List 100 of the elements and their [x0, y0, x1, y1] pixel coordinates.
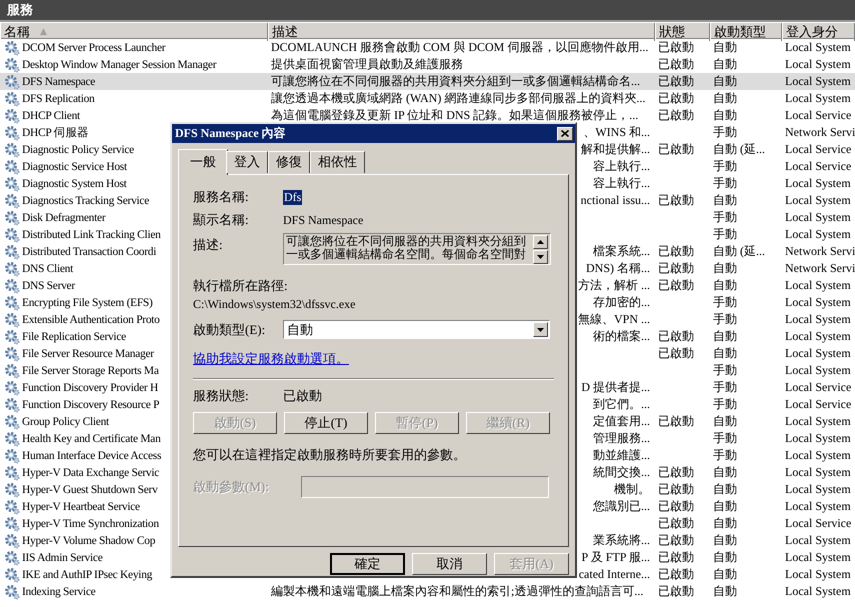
service-description: nctional issu...: [580, 193, 650, 208]
startup-type: 自動 (延...: [713, 243, 765, 260]
service-name: File Replication Service: [22, 330, 126, 342]
service-status: 已啟動: [658, 566, 694, 583]
parameters-note: 您可以在這裡指定啟動服務時所要套用的參數。: [193, 446, 467, 464]
service-description: 統間交換...: [593, 464, 650, 481]
service-description: 到它們。...: [593, 396, 650, 413]
service-status: 已啟動: [658, 260, 694, 277]
service-status: 已啟動: [658, 583, 694, 600]
service-description: 容上執行...: [593, 175, 650, 192]
startup-type: 手動: [713, 396, 737, 413]
log-on-account: Local System: [785, 499, 851, 514]
service-status: 已啟動: [658, 515, 694, 532]
service-description: 定值套用...: [593, 413, 650, 430]
service-description: 可讓您將位在不同伺服器的共用資料夾分組到一或多個邏輯結構命名...: [271, 73, 640, 90]
log-on-account: Local System: [785, 567, 851, 582]
log-on-account: Local Service: [785, 380, 852, 395]
service-name: DHCP 伺服器: [22, 126, 89, 140]
startup-type: 自動: [713, 464, 737, 481]
display-name-value: DFS Namespace: [283, 212, 364, 228]
service-name: Hyper-V Volume Shadow Cop: [22, 534, 156, 546]
service-description: 動並維護...: [593, 447, 650, 464]
log-on-account: Local System: [785, 550, 851, 565]
sort-indicator: ▲: [40, 27, 47, 37]
service-name: Distributed Link Tracking Clien: [22, 228, 161, 240]
service-status: 已啟動: [658, 328, 694, 345]
log-on-account: Local System: [785, 448, 851, 463]
service-name: File Server Resource Manager: [22, 348, 154, 360]
service-name: Human Interface Device Access: [22, 450, 162, 462]
service-name: Hyper-V Guest Shutdown Serv: [22, 484, 158, 496]
startup-type: 自動: [713, 192, 737, 209]
startup-type: 自動: [713, 328, 737, 345]
startup-type: 手動: [713, 430, 737, 447]
startup-type: 自動 (延...: [713, 141, 765, 158]
service-description: 存加密的...: [593, 294, 650, 311]
service-name: IIS Admin Service: [22, 552, 102, 564]
log-on-account: Local System: [785, 40, 851, 55]
service-name: Hyper-V Time Synchronization: [22, 518, 159, 530]
log-on-account: Local System: [785, 57, 851, 72]
startup-type: 手動: [713, 226, 737, 243]
startup-type: 手動: [713, 124, 737, 141]
service-status: 已啟動: [658, 192, 694, 209]
service-name: Desktop Window Manager Session Manager: [22, 58, 216, 70]
log-on-account: Local System: [785, 278, 851, 293]
log-on-account: Local Service: [785, 397, 852, 412]
service-status: 已啟動: [658, 73, 694, 90]
log-on-account: Local System: [785, 210, 851, 225]
startup-type: 自動: [713, 532, 737, 549]
service-description: 檔案系統...: [593, 243, 650, 260]
service-status: 已啟動: [658, 107, 694, 124]
service-status: 已啟動: [658, 345, 694, 362]
startup-type: 自動: [713, 39, 737, 56]
service-status: 已啟動: [658, 243, 694, 260]
log-on-account: Local System: [785, 329, 851, 344]
window-title: 服務: [7, 1, 33, 19]
service-name: DNS Client: [22, 262, 73, 274]
service-description: DCOMLAUNCH 服務會啟動 COM 與 DCOM 伺服器，以回應物件啟用...: [271, 39, 648, 56]
service-description: 方法，解析 ...: [578, 277, 650, 294]
field-label: 服務名稱:: [193, 188, 250, 206]
service-name: Diagnostic Service Host: [22, 160, 127, 172]
service-description: 管理服務...: [593, 430, 650, 447]
startup-type: 自動: [713, 107, 737, 124]
startup-type: 自動: [713, 498, 737, 515]
service-description: 提供桌面視窗管理員啟動及維護服務: [271, 56, 463, 73]
service-status: 已啟動: [658, 498, 694, 515]
log-on-account: Local Service: [785, 516, 852, 531]
service-name: File Server Storage Reports Ma: [22, 364, 159, 376]
field-label: 啟動參數(M):: [193, 478, 270, 496]
log-on-account: Local System: [785, 465, 851, 480]
startup-type: 自動: [713, 413, 737, 430]
service-status: 已啟動: [658, 549, 694, 566]
service-status: 已啟動: [658, 413, 694, 430]
service-name: Hyper-V Data Exchange Servic: [22, 466, 160, 478]
service-name: DFS Replication: [22, 92, 94, 104]
service-description: 術的檔案...: [593, 328, 650, 345]
log-on-account: Local System: [785, 227, 851, 242]
log-on-account: Local System: [785, 414, 851, 429]
log-on-account: Local System: [785, 584, 851, 599]
startup-type: 手動: [713, 311, 737, 328]
service-name: Hyper-V Heartbeat Service: [22, 500, 140, 512]
startup-type: 手動: [713, 209, 737, 226]
service-status: 已啟動: [658, 532, 694, 549]
service-name: Health Key and Certificate Man: [22, 432, 161, 444]
service-name: DCOM Server Process Launcher: [22, 42, 166, 54]
field-label: 服務狀態:: [193, 387, 250, 405]
service-description: 無線、VPN ...: [578, 311, 650, 328]
service-status-value: 已啟動: [283, 387, 322, 405]
log-on-account: Local System: [785, 533, 851, 548]
log-on-account: Local System: [785, 193, 851, 208]
startup-type: 手動: [713, 158, 737, 175]
log-on-account: Local System: [785, 312, 851, 327]
log-on-account: Local Service: [785, 142, 852, 157]
dialog-title: DFS Namespace 內容: [175, 125, 286, 142]
service-name: Function Discovery Provider H: [22, 382, 158, 394]
service-name: Diagnostic System Host: [22, 178, 127, 190]
log-on-account: Network Servi: [785, 125, 855, 140]
startup-type: 自動: [713, 90, 737, 107]
startup-type: 自動: [713, 260, 737, 277]
log-on-account: Local System: [785, 74, 851, 89]
startup-type: 手動: [713, 294, 737, 311]
